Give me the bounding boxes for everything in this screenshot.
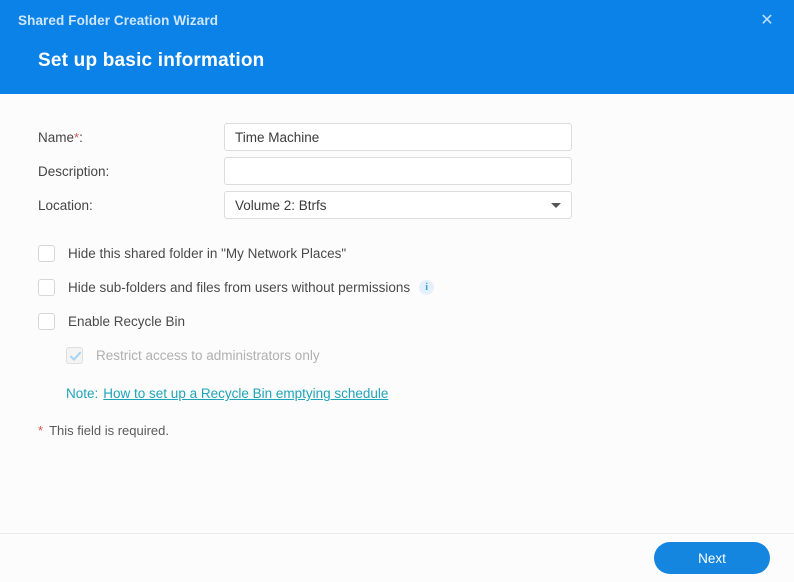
checkbox-hide-subfolders[interactable]	[38, 278, 55, 296]
location-select[interactable]: Volume 2: Btrfs	[224, 191, 572, 219]
option-restrict-admins-label: Restrict access to administrators only	[96, 347, 320, 363]
name-label-colon: :	[79, 129, 83, 145]
shared-folder-creation-wizard: Shared Folder Creation Wizard ✕ Set up b…	[0, 0, 794, 582]
wizard-header: Shared Folder Creation Wizard ✕ Set up b…	[0, 0, 794, 94]
location-label: Location:	[38, 197, 93, 213]
location-row: Location: Volume 2: Btrfs	[0, 188, 794, 222]
name-label-text: Name	[38, 129, 75, 145]
option-hide-shared-folder[interactable]: Hide this shared folder in "My Network P…	[0, 242, 794, 264]
description-label: Description:	[38, 163, 110, 179]
close-icon[interactable]: ✕	[754, 8, 780, 34]
option-hide-shared-folder-label: Hide this shared folder in "My Network P…	[68, 245, 347, 261]
required-note-asterisk: *	[38, 423, 44, 438]
window-titlebar: Shared Folder Creation Wizard ✕	[0, 0, 794, 40]
recycle-bin-note: Note: How to set up a Recycle Bin emptyi…	[0, 386, 794, 401]
option-restrict-admins: Restrict access to administrators only	[0, 344, 794, 366]
description-input[interactable]	[224, 157, 572, 185]
checkmark-icon	[69, 351, 82, 361]
option-hide-subfolders-label: Hide sub-folders and files from users wi…	[68, 279, 411, 295]
next-button[interactable]: Next	[654, 542, 770, 574]
page-title: Set up basic information	[38, 50, 265, 71]
name-input[interactable]	[224, 123, 572, 151]
checkbox-hide-shared-folder[interactable]	[38, 244, 55, 262]
window-title: Shared Folder Creation Wizard	[18, 12, 219, 28]
required-note-text: This field is required.	[49, 423, 170, 438]
wizard-body: Name*: Description: Location: Volume 2: …	[0, 94, 794, 533]
option-enable-recycle-bin-label: Enable Recycle Bin	[68, 313, 186, 329]
wizard-footer: Next	[0, 533, 794, 582]
location-select-value: Volume 2: Btrfs	[235, 197, 327, 213]
checkbox-enable-recycle-bin[interactable]	[38, 312, 55, 330]
required-field-note: * This field is required.	[0, 423, 794, 438]
option-enable-recycle-bin[interactable]: Enable Recycle Bin	[0, 310, 794, 332]
location-select-wrapper: Volume 2: Btrfs	[224, 191, 572, 219]
name-label: Name*:	[38, 130, 224, 145]
checkbox-restrict-admins	[66, 346, 83, 364]
recycle-bin-schedule-link[interactable]: How to set up a Recycle Bin emptying sch…	[103, 386, 388, 401]
note-prefix: Note:	[66, 386, 99, 401]
info-icon[interactable]: i	[419, 279, 435, 295]
option-hide-subfolders[interactable]: Hide sub-folders and files from users wi…	[0, 276, 794, 298]
description-row: Description:	[0, 154, 794, 188]
name-row: Name*:	[0, 120, 794, 154]
